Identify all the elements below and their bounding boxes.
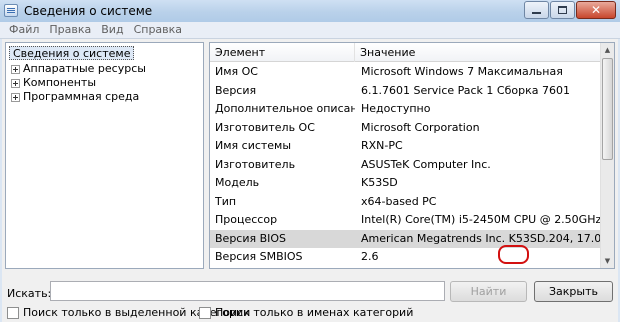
find-button[interactable]: Найти (450, 281, 527, 302)
expand-icon[interactable] (11, 78, 20, 88)
row-item-cell: Имя ОС (215, 65, 258, 78)
client-area: Сведения о системе Аппаратные ресурсы Ко… (2, 39, 618, 322)
category-tree[interactable]: Сведения о системе Аппаратные ресурсы Ко… (5, 42, 204, 269)
maximize-button[interactable] (550, 1, 575, 19)
row-value-cell: x64-based PC (361, 194, 437, 208)
table-row[interactable]: Версия BIOS American Megatrends Inc. K53S… (210, 229, 602, 248)
tree-item-label: Компоненты (23, 76, 97, 89)
system-info-icon (4, 4, 18, 17)
row-value-cell: Microsoft Windows 7 Максимальная (361, 65, 563, 78)
menu-help[interactable]: Справка (129, 22, 187, 38)
table-row[interactable]: Изготовитель ОС Microsoft Corporation (210, 119, 602, 138)
row-item-cell: Версия BIOS (215, 231, 287, 245)
search-label: Искать: (7, 287, 52, 300)
search-input[interactable] (50, 281, 445, 301)
row-item-cell: Изготовитель ОС (215, 120, 315, 134)
tree-item-system-summary[interactable]: Сведения о системе (9, 46, 135, 60)
row-value-cell: C:\Windows (361, 267, 602, 269)
table-row[interactable]: Версия SMBIOS 2.6 (210, 248, 602, 267)
row-value-cell: Недоступно (361, 102, 431, 115)
close-window-button[interactable]: ✕ (576, 1, 616, 19)
row-item-cell: Процессор (215, 213, 278, 226)
search-selected-category-checkbox[interactable] (7, 306, 19, 319)
row-item-cell: Имя системы (215, 139, 292, 152)
table-row[interactable]: Имя ОС Microsoft Windows 7 Максимальная (210, 63, 602, 82)
row-value-cell: Microsoft Corporation (361, 120, 480, 134)
tree-item-components[interactable]: Компоненты (11, 76, 96, 90)
close-icon: ✕ (590, 3, 602, 17)
checkbox-label: Поиск только в именах категорий (215, 306, 414, 319)
list-header: Элемент Значение (210, 43, 602, 62)
row-item-cell: Папка Windows (215, 267, 355, 269)
row-item-cell: Версия (215, 83, 257, 97)
list-rows: Имя ОС Microsoft Windows 7 Максимальная Ве… (210, 63, 602, 269)
expand-icon[interactable] (11, 64, 20, 74)
close-button[interactable]: Закрыть (534, 281, 613, 302)
menu-file[interactable]: Файл (4, 22, 44, 38)
row-item-cell: Дополнительное описание ОС (215, 102, 355, 115)
row-value-cell: RXN-PC (361, 139, 403, 152)
row-value-cell: K53SD (361, 176, 398, 189)
column-header-value[interactable]: Значение (355, 43, 602, 62)
row-value-cell: Intel(R) Core(TM) i5-2450M CPU @ 2.50GHz… (361, 213, 602, 226)
scroll-up-icon[interactable]: ▲ (601, 43, 614, 57)
table-row[interactable]: Тип x64-based PC (210, 193, 602, 212)
minimize-icon (532, 12, 541, 14)
table-row[interactable]: Дополнительное описание ОС Недоступно (210, 100, 602, 119)
row-value-cell: ASUSTeK Computer Inc. (361, 157, 491, 171)
menu-bar: Файл Правка Вид Справка (0, 22, 620, 39)
maximize-icon (558, 6, 567, 14)
row-item-cell: Тип (215, 194, 237, 208)
annotation-circle (498, 245, 529, 264)
window-controls: ✕ (524, 1, 616, 19)
tree-item-label: Аппаратные ресурсы (23, 62, 146, 75)
row-value-cell: 2.6 (361, 250, 379, 263)
menu-edit[interactable]: Правка (44, 22, 96, 38)
search-category-names-checkbox[interactable] (199, 306, 211, 319)
search-category-names-option[interactable]: Поиск только в именах категорий (199, 306, 413, 319)
table-row[interactable]: Папка Windows C:\Windows (210, 267, 602, 269)
expand-icon[interactable] (11, 92, 20, 102)
table-row[interactable]: Изготовитель ASUSTeK Computer Inc. (210, 156, 602, 175)
vertical-scrollbar[interactable]: ▲ ▼ (600, 43, 614, 268)
tree-item-label: Программная среда (23, 90, 140, 103)
table-row[interactable]: Модель K53SD (210, 174, 602, 193)
row-item-cell: Изготовитель (215, 157, 296, 171)
table-row[interactable]: Версия 6.1.7601 Service Pack 1 Сборка 760… (210, 82, 602, 101)
row-item-cell: Модель (215, 176, 260, 189)
window-title: Сведения о системе (24, 4, 153, 18)
title-bar: Сведения о системе ✕ (0, 0, 620, 22)
scroll-down-icon[interactable]: ▼ (601, 254, 614, 268)
row-value-cell: American Megatrends Inc. K53SD.204, 17.0… (361, 231, 602, 245)
scroll-thumb[interactable] (602, 58, 613, 160)
menu-view[interactable]: Вид (96, 22, 128, 38)
column-header-item[interactable]: Элемент (210, 43, 355, 62)
table-row[interactable]: Имя системы RXN-PC (210, 137, 602, 156)
details-list[interactable]: Элемент Значение Имя ОС Microsoft Windows… (209, 42, 615, 269)
minimize-button[interactable] (524, 1, 549, 19)
row-value-cell: 6.1.7601 Service Pack 1 Сборка 7601 (361, 83, 570, 97)
row-item-cell: Версия SMBIOS (215, 250, 303, 263)
tree-item-software[interactable]: Программная среда (11, 90, 139, 104)
table-row[interactable]: Процессор Intel(R) Core(TM) i5-2450M CPU … (210, 211, 602, 230)
tree-item-hardware[interactable]: Аппаратные ресурсы (11, 62, 146, 76)
